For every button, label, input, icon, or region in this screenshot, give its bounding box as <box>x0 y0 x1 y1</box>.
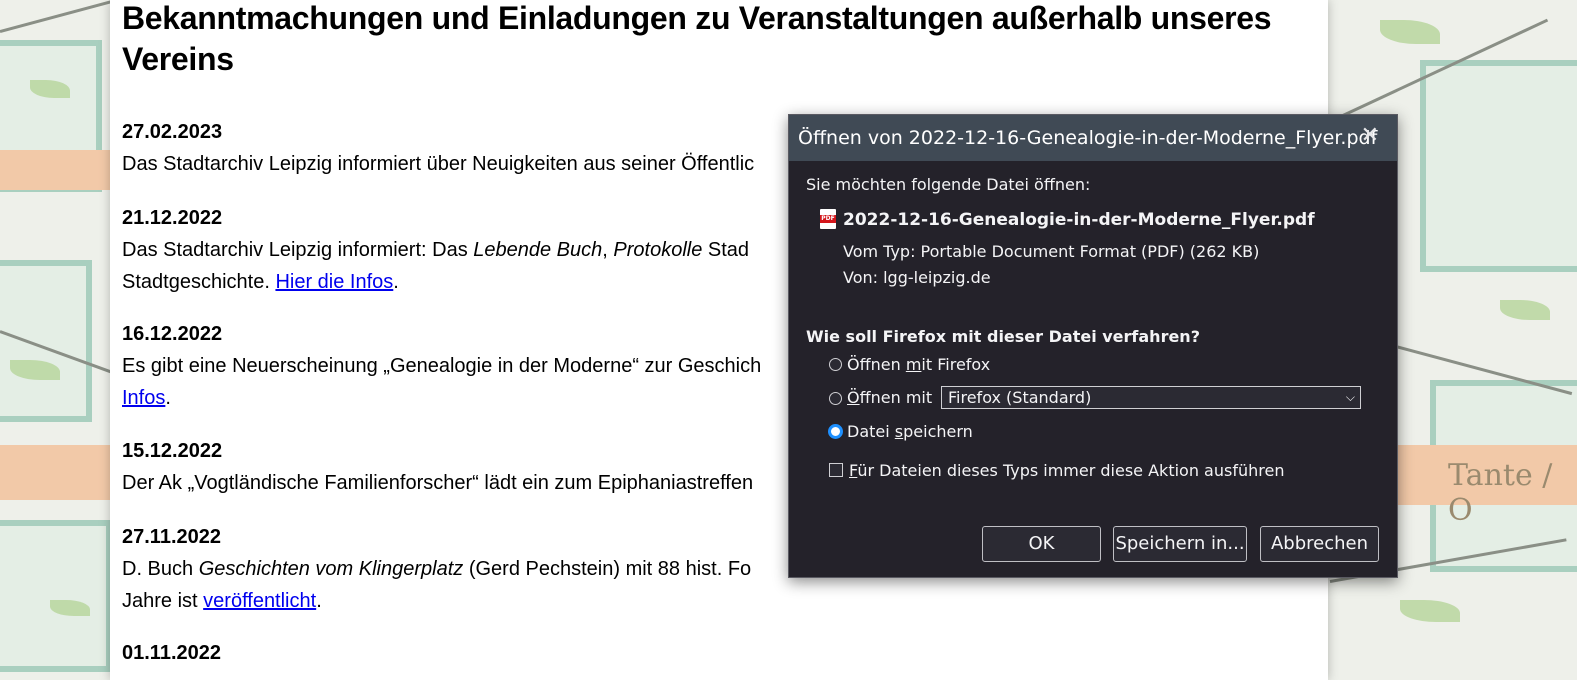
always-do-this-label[interactable]: Für Dateien dieses Typs immer diese Akti… <box>849 461 1284 480</box>
entry-text-line2: Jahre ist veröffentlicht. <box>122 590 322 612</box>
dialog-title: Öffnen von 2022-12-16-Genealogie-in-der-… <box>798 127 1378 149</box>
option-save-file-label[interactable]: Datei speichern <box>847 422 973 441</box>
close-icon[interactable]: ✕ <box>1361 123 1379 148</box>
background-label: Tante / O <box>1448 458 1553 528</box>
radio-save-file[interactable] <box>828 424 843 439</box>
dialog-intro: Sie möchten folgende Datei öffnen: <box>806 175 1091 194</box>
file-source: Von: lgg-leipzig.de <box>843 268 991 287</box>
save-in-button[interactable]: Speichern in... <box>1113 526 1247 562</box>
entry-link[interactable]: Infos <box>122 387 165 409</box>
always-do-this-checkbox[interactable] <box>829 463 843 477</box>
announcement-entry: 01.11.2022 <box>122 639 1312 669</box>
radio-open-with-app[interactable] <box>829 392 842 405</box>
ok-button[interactable]: OK <box>982 526 1101 562</box>
page-title: Bekanntmachungen und Einladungen zu Vera… <box>122 0 1272 77</box>
chevron-down-icon: ⌵ <box>1345 390 1355 404</box>
application-select[interactable]: Firefox (Standard) ⌵ <box>941 386 1361 409</box>
file-name: 2022-12-16-Genealogie-in-der-Moderne_Fly… <box>843 210 1315 230</box>
entry-link[interactable]: veröffentlicht <box>203 590 316 612</box>
option-open-with-label[interactable]: Öffnen mit <box>847 388 932 407</box>
dialog-titlebar: Öffnen von 2022-12-16-Genealogie-in-der-… <box>789 115 1397 161</box>
entry-date: 01.11.2022 <box>122 642 221 664</box>
option-open-with-firefox-label[interactable]: Öffnen mit Firefox <box>847 355 990 374</box>
file-type: Vom Typ: Portable Document Format (PDF) … <box>843 242 1260 261</box>
cancel-button[interactable]: Abbrechen <box>1260 526 1379 562</box>
radio-open-with-firefox[interactable] <box>829 358 842 371</box>
action-question: Wie soll Firefox mit dieser Datei verfah… <box>806 327 1200 346</box>
pdf-file-icon: PDF <box>820 209 836 229</box>
open-file-dialog: Öffnen von 2022-12-16-Genealogie-in-der-… <box>788 114 1398 578</box>
entry-link[interactable]: Hier die Infos <box>275 271 393 293</box>
